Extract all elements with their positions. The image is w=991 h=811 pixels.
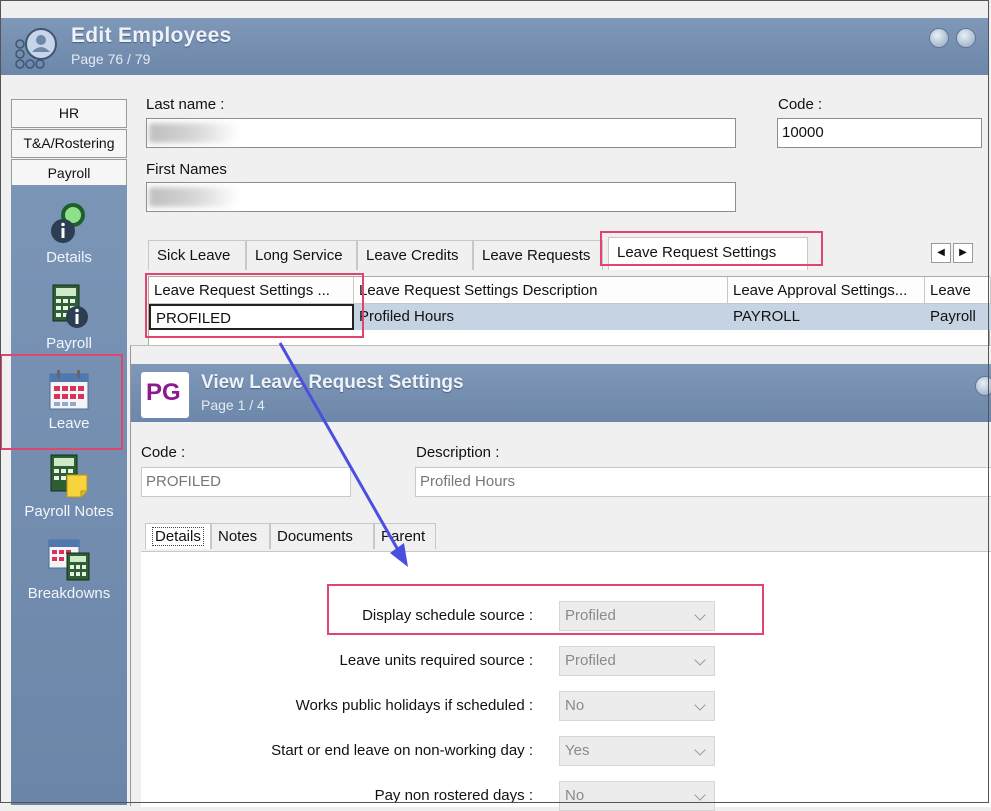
screenshot-frame [0, 0, 989, 803]
